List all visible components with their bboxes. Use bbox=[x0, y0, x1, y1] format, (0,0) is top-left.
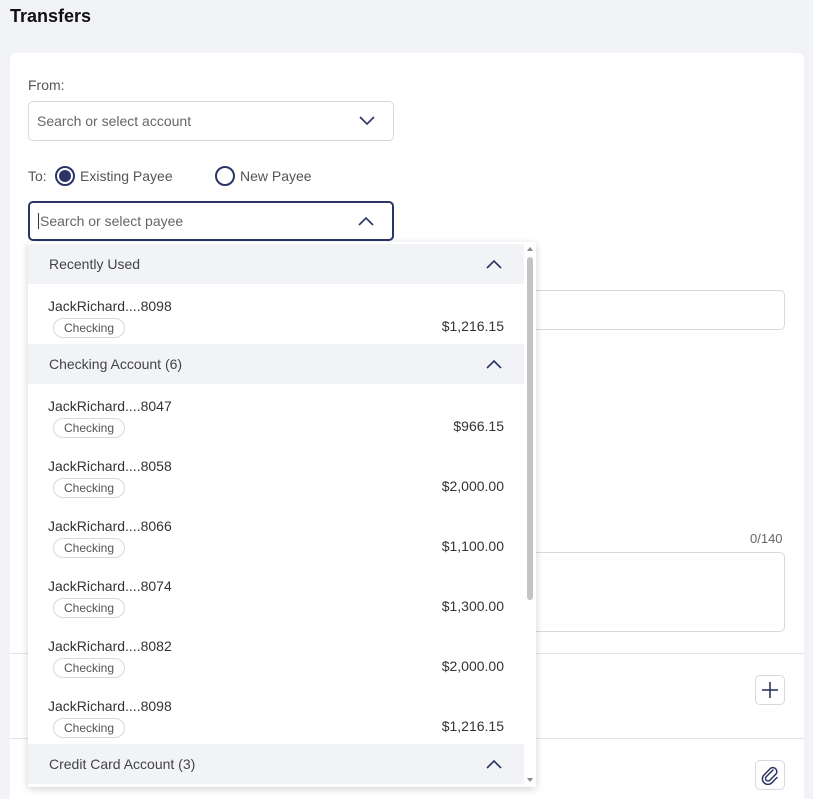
payee-name: JackRichard....8082 bbox=[48, 638, 172, 654]
scroll-up-arrow-icon[interactable] bbox=[527, 246, 533, 252]
chevron-up-icon bbox=[486, 759, 502, 769]
account-balance: $2,000.00 bbox=[441, 658, 504, 674]
add-button[interactable] bbox=[755, 675, 785, 705]
account-type-badge: Checking bbox=[53, 538, 126, 558]
chevron-up-icon bbox=[486, 359, 502, 369]
chevron-down-icon bbox=[359, 116, 375, 126]
memo-textarea[interactable] bbox=[520, 552, 785, 632]
account-balance: $1,216.15 bbox=[441, 718, 504, 734]
payee-name: JackRichard....8066 bbox=[48, 518, 172, 534]
account-type-badge: Checking bbox=[53, 658, 126, 678]
group-title: Credit Card Account (3) bbox=[49, 756, 196, 772]
payee-dropdown: Recently Used JackRichard....8098 Checki… bbox=[28, 242, 536, 787]
memo-char-counter: 0/140 bbox=[750, 531, 783, 546]
amount-field[interactable] bbox=[520, 290, 785, 330]
payee-name: JackRichard....8098 bbox=[48, 698, 172, 714]
scrollbar-thumb[interactable] bbox=[527, 257, 533, 600]
group-title: Recently Used bbox=[49, 256, 141, 272]
account-balance: $1,100.00 bbox=[441, 538, 504, 554]
radio-new-payee-label: New Payee bbox=[240, 168, 312, 184]
scroll-down-arrow-icon[interactable] bbox=[527, 777, 533, 783]
attach-button[interactable] bbox=[755, 760, 785, 790]
payee-list-item[interactable]: JackRichard....8082 Checking $2,000.00 bbox=[28, 624, 524, 684]
to-label: To: bbox=[28, 168, 47, 184]
account-balance: $966.15 bbox=[453, 418, 504, 434]
payee-name: JackRichard....8074 bbox=[48, 578, 172, 594]
account-type-badge: Checking bbox=[53, 718, 126, 738]
radio-new-payee[interactable]: New Payee bbox=[215, 166, 312, 186]
account-balance: $1,300.00 bbox=[441, 598, 504, 614]
group-title: Checking Account (6) bbox=[49, 356, 183, 372]
paperclip-icon bbox=[761, 766, 778, 785]
text-cursor bbox=[38, 213, 39, 229]
account-balance: $2,000.00 bbox=[441, 478, 504, 494]
dropdown-scrollbar[interactable] bbox=[524, 242, 536, 787]
payee-name: JackRichard....8047 bbox=[48, 398, 172, 414]
payee-list-item[interactable]: JackRichard....8066 Checking $1,100.00 bbox=[28, 504, 524, 564]
account-type-badge: Checking bbox=[53, 418, 126, 438]
payee-list-item[interactable]: JackRichard....8047 Checking $966.15 bbox=[28, 384, 524, 444]
group-header-recently-used[interactable]: Recently Used bbox=[28, 244, 524, 284]
chevron-up-icon bbox=[486, 259, 502, 269]
from-account-placeholder: Search or select account bbox=[37, 113, 192, 129]
radio-existing-payee[interactable]: Existing Payee bbox=[55, 166, 173, 186]
payee-list-item[interactable]: JackRichard....8058 Checking $2,000.00 bbox=[28, 444, 524, 504]
payee-name: JackRichard....8098 bbox=[48, 298, 172, 314]
page-title: Transfers bbox=[10, 6, 92, 26]
radio-selected-icon bbox=[55, 166, 75, 186]
account-type-badge: Checking bbox=[53, 318, 126, 338]
from-account-select[interactable]: Search or select account bbox=[28, 101, 394, 141]
group-header-credit-card-account[interactable]: Credit Card Account (3) bbox=[28, 744, 524, 784]
payee-name: JackRichard....8058 bbox=[48, 458, 172, 474]
account-balance: $1,216.15 bbox=[441, 318, 504, 334]
payee-list-item[interactable]: JackRichard....8098 Checking $1,216.15 bbox=[28, 684, 524, 744]
from-label: From: bbox=[28, 77, 65, 93]
radio-unselected-icon bbox=[215, 166, 235, 186]
chevron-up-icon bbox=[358, 216, 374, 226]
payee-list-item[interactable]: JackRichard....8074 Checking $1,300.00 bbox=[28, 564, 524, 624]
account-type-badge: Checking bbox=[53, 478, 126, 498]
group-header-checking-account[interactable]: Checking Account (6) bbox=[28, 344, 524, 384]
account-type-badge: Checking bbox=[53, 598, 126, 618]
payee-list-item[interactable]: JackRichard....8098 Checking $1,216.15 bbox=[28, 284, 524, 344]
payee-search-input[interactable]: Search or select payee bbox=[28, 201, 394, 241]
plus-icon bbox=[762, 682, 778, 698]
radio-existing-payee-label: Existing Payee bbox=[80, 168, 173, 184]
payee-search-placeholder: Search or select payee bbox=[40, 213, 184, 229]
